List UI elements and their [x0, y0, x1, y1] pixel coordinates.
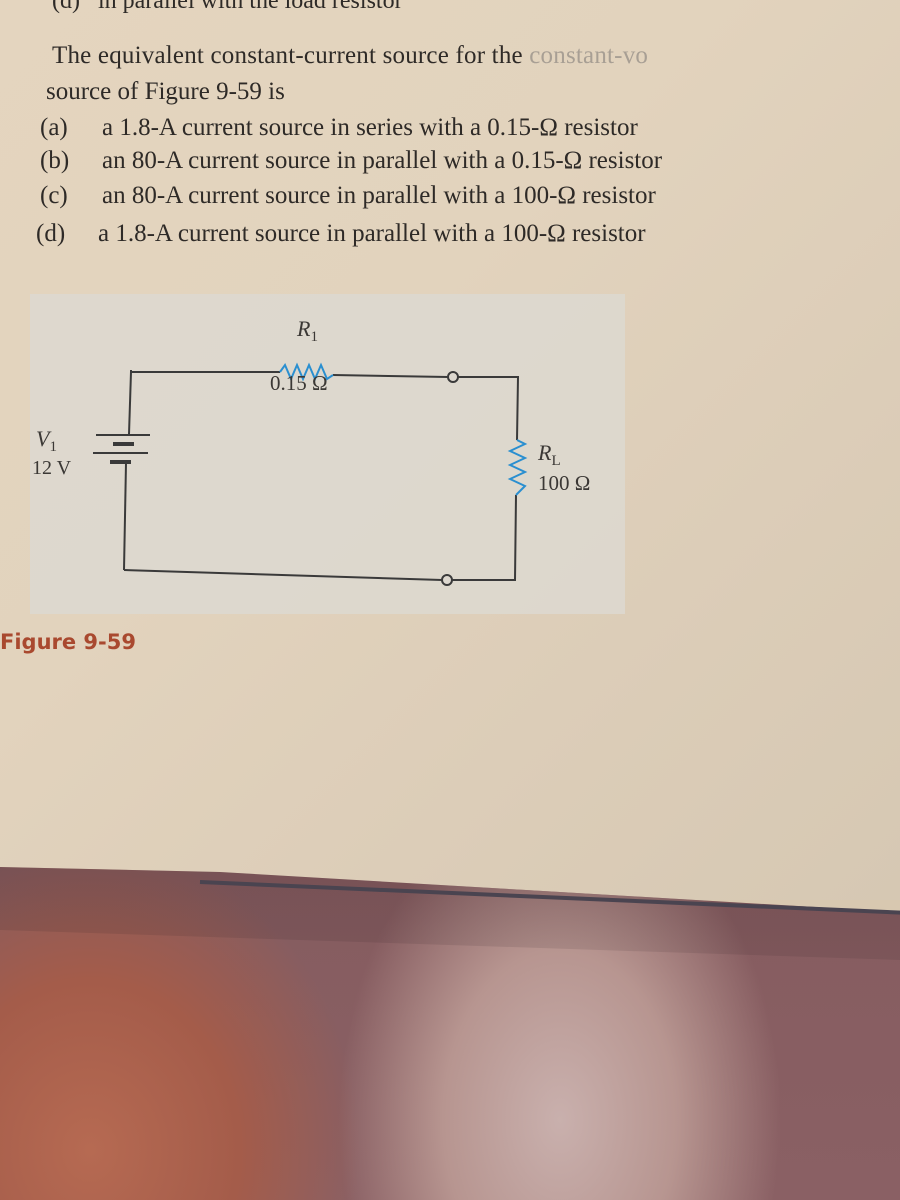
v1-value: 12 V: [32, 457, 72, 479]
r1-value: 0.15 Ω: [270, 371, 328, 395]
r1-name-label: R1: [296, 316, 318, 345]
resistor-rl-icon: [507, 439, 528, 496]
r1-subscript: 1: [310, 329, 318, 345]
v1-subscript: 1: [49, 439, 57, 455]
battery-icon: [93, 434, 150, 464]
rl-name: R: [537, 440, 552, 465]
wire-top-right: [332, 374, 449, 378]
wire-top-far-right: [458, 376, 520, 441]
rl-subscript: L: [551, 453, 560, 469]
wire-top-left: [130, 370, 280, 373]
wire-bottom: [123, 569, 443, 581]
terminal-top: [447, 371, 459, 383]
circuit-diagram: R1 0.15 Ω V1 12 V RL 100 Ω: [32, 316, 590, 586]
wire-left-upper: [128, 371, 132, 435]
rl-value: 100 Ω: [538, 471, 590, 495]
r1-name: R: [296, 316, 311, 341]
rl-name-label: RL: [537, 440, 561, 469]
wire-left-lower: [123, 462, 127, 571]
figure-caption: Figure 9-59: [0, 630, 136, 654]
v1-name-label: V1: [36, 426, 57, 455]
wire-bottom-right: [452, 494, 517, 581]
terminal-bottom: [441, 574, 453, 586]
